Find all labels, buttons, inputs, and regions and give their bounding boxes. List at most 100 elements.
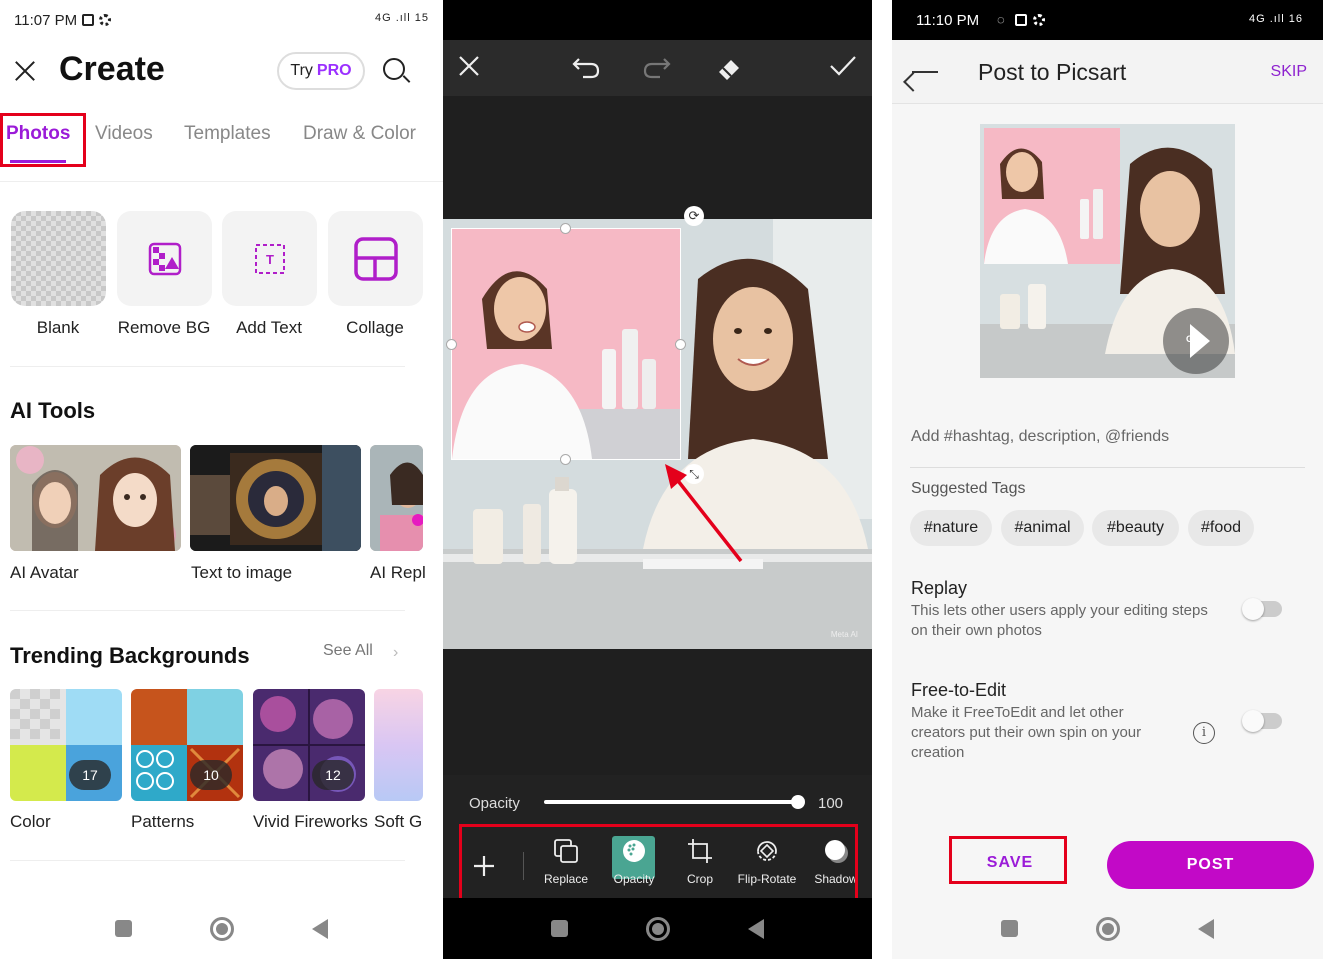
- undo-icon[interactable]: [571, 54, 601, 80]
- back-arrow-icon[interactable]: [912, 71, 938, 73]
- chevron-right-icon[interactable]: ›: [393, 644, 398, 662]
- confirm-check-icon[interactable]: [829, 54, 857, 78]
- count-badge: 17: [69, 760, 111, 790]
- resize-handle[interactable]: [446, 339, 457, 350]
- replay-toggle[interactable]: [1242, 598, 1282, 620]
- home-icon[interactable]: [646, 916, 670, 941]
- resize-handle[interactable]: [560, 223, 571, 234]
- ai-replace-thumbnail[interactable]: [370, 445, 423, 551]
- post-screen: 11:10 PM ◌ 4G .ıll 16 Post to Picsart SK…: [892, 0, 1323, 959]
- svg-text:T: T: [266, 252, 274, 267]
- blank-card[interactable]: [11, 211, 106, 306]
- remove-bg-card[interactable]: [117, 211, 212, 306]
- tab-videos[interactable]: Videos: [95, 123, 153, 145]
- ai-avatar-image: [10, 445, 181, 551]
- recents-icon[interactable]: [115, 920, 132, 937]
- close-icon[interactable]: [457, 54, 481, 78]
- annotation-arrow: [665, 464, 743, 563]
- tag-chip-food[interactable]: #food: [1188, 510, 1254, 546]
- text-to-image-label: Text to image: [191, 563, 293, 582]
- rotate-handle-icon[interactable]: ⟳: [684, 206, 704, 226]
- section-divider: [10, 860, 405, 861]
- add-text-card[interactable]: T: [222, 211, 317, 306]
- post-header: Post to Picsart SKIP: [892, 40, 1323, 104]
- opacity-value: 100: [818, 795, 844, 812]
- back-icon[interactable]: [312, 918, 328, 939]
- replay-title: Replay: [911, 578, 968, 598]
- tab-templates[interactable]: Templates: [184, 123, 271, 145]
- collage-label: Collage: [346, 318, 404, 337]
- home-icon[interactable]: [210, 916, 234, 941]
- recents-icon[interactable]: [1001, 920, 1018, 937]
- tag-chip-beauty[interactable]: #beauty: [1092, 510, 1179, 546]
- resize-handle[interactable]: [675, 339, 686, 350]
- opacity-slider-label: Opacity: [469, 795, 520, 812]
- text-to-image-thumbnail[interactable]: [190, 445, 361, 551]
- recents-icon[interactable]: [551, 920, 568, 937]
- section-divider: [10, 610, 405, 611]
- free-to-edit-title: Free-to-Edit: [911, 680, 1007, 700]
- pro-label: PRO: [316, 62, 352, 79]
- editor-screen: ⤡ Meta AI ⟳ Opacity 100 Replace Opacity: [443, 0, 872, 959]
- add-text-icon: T: [254, 243, 285, 274]
- android-nav-bar: [443, 898, 872, 959]
- section-divider: [10, 366, 405, 367]
- free-to-edit-description: Make it FreeToEdit and let other creator…: [911, 704, 1142, 761]
- try-label: Try: [290, 62, 313, 79]
- remove-bg-label: Remove BG: [117, 318, 211, 337]
- highlight-box-toolbar: [459, 824, 858, 908]
- back-icon[interactable]: [1198, 918, 1214, 939]
- try-pro-button[interactable]: Try PRO: [277, 52, 365, 90]
- status-signal: 4G .ıll 16: [1248, 13, 1303, 25]
- bg-fireworks-label: Vivid Fireworks: [253, 812, 368, 831]
- description-input[interactable]: Add #hashtag, description, @friends: [911, 428, 1169, 446]
- suggested-tags-label: Suggested Tags: [911, 480, 1026, 497]
- page-title: Post to Picsart: [978, 59, 1127, 85]
- watermark: Meta AI: [830, 630, 858, 639]
- opacity-slider-knob[interactable]: [791, 795, 805, 809]
- status-time: 11:07 PM: [14, 11, 78, 29]
- skip-button[interactable]: SKIP: [1271, 63, 1307, 81]
- home-icon[interactable]: [1096, 916, 1120, 941]
- close-icon[interactable]: [12, 58, 38, 84]
- back-icon[interactable]: [748, 918, 764, 939]
- tab-draw-color[interactable]: Draw & Color: [303, 123, 416, 145]
- post-preview[interactable]: GIF: [980, 124, 1235, 378]
- collage-icon: [353, 236, 398, 281]
- tag-chip-nature[interactable]: #nature: [910, 510, 992, 546]
- status-bar: 11:07 PM 4G .ıll 15: [0, 0, 443, 40]
- see-all-link[interactable]: See All: [323, 642, 373, 660]
- notification-icon: [1015, 14, 1027, 26]
- notification-icon: [82, 14, 95, 26]
- ai-avatar-thumbnail[interactable]: [10, 445, 181, 551]
- ai-tools-heading: AI Tools: [10, 398, 96, 423]
- eraser-icon[interactable]: [715, 54, 743, 82]
- free-to-edit-toggle[interactable]: [1242, 710, 1282, 732]
- bg-soft-thumbnail[interactable]: [374, 689, 423, 801]
- android-nav-bar: [892, 898, 1323, 959]
- ai-avatar-label: AI Avatar: [10, 563, 79, 582]
- trending-heading: Trending Backgrounds: [10, 643, 250, 668]
- opacity-slider[interactable]: [544, 800, 800, 804]
- redo-icon[interactable]: [642, 54, 672, 80]
- count-badge: 10: [190, 760, 232, 790]
- photo-canvas[interactable]: ⤡ Meta AI: [443, 219, 872, 649]
- resize-handle[interactable]: [560, 454, 571, 465]
- tag-chip-animal[interactable]: #animal: [1001, 510, 1084, 546]
- settings-status-icon: [1033, 14, 1045, 26]
- search-icon[interactable]: [383, 58, 405, 80]
- status-bar: 11:10 PM ◌ 4G .ıll 16: [892, 0, 1323, 40]
- status-signal: 4G .ıll 15: [374, 12, 429, 24]
- post-button[interactable]: POST: [1107, 841, 1314, 889]
- bg-soft-label: Soft G: [374, 812, 423, 831]
- add-text-label: Add Text: [236, 318, 302, 337]
- replay-description: This lets other users apply your editing…: [911, 602, 1208, 639]
- collage-card[interactable]: [328, 211, 423, 306]
- blank-label: Blank: [36, 318, 80, 337]
- text-to-image-image: [190, 445, 361, 551]
- highlight-box-photos: [0, 113, 86, 167]
- bg-patterns-label: Patterns: [131, 812, 195, 831]
- count-badge: 12: [312, 760, 354, 790]
- info-icon[interactable]: i: [1193, 722, 1215, 744]
- selection-frame: [451, 228, 681, 460]
